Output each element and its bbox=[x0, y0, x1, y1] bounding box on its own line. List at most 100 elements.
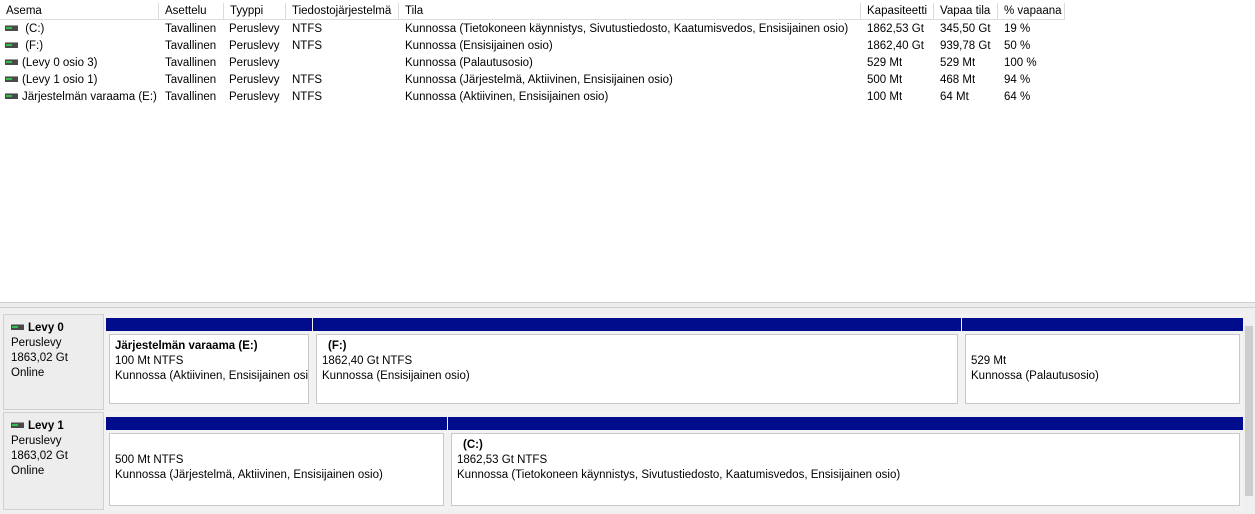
volume-list[interactable]: Asema Asettelu Tyyppi Tiedostojärjestelm… bbox=[0, 0, 1255, 302]
partition-status: Kunnossa (Ensisijainen osio) bbox=[322, 370, 470, 382]
partition-title: (C:) bbox=[463, 439, 483, 451]
volume-type: Peruslevy bbox=[229, 74, 280, 86]
column-header-tiedostojarjestelma[interactable]: Tiedostojärjestelmä bbox=[286, 3, 399, 20]
partition-title bbox=[115, 438, 443, 453]
volume-type: Peruslevy bbox=[229, 91, 280, 103]
column-header-tila[interactable]: Tila bbox=[399, 3, 861, 20]
partition-size: 1862,53 Gt NTFS bbox=[457, 454, 548, 466]
column-header-tyyppi[interactable]: Tyyppi bbox=[224, 3, 286, 20]
partition-status: Kunnossa (Aktiivinen, Ensisijainen osio) bbox=[115, 370, 309, 382]
volume-pct: 64 % bbox=[1004, 91, 1031, 103]
partition-title bbox=[971, 339, 1239, 354]
disk-icon bbox=[11, 323, 24, 330]
partition-bar bbox=[313, 318, 961, 331]
drive-icon bbox=[5, 92, 18, 99]
volume-capacity: 529 Mt bbox=[867, 57, 903, 69]
volume-free: 939,78 Gt bbox=[940, 40, 991, 52]
volume-type: Peruslevy bbox=[229, 23, 280, 35]
volume-row[interactable]: (Levy 0 osio 3) Tavallinen Peruslevy Kun… bbox=[0, 55, 1255, 72]
volume-pct: 50 % bbox=[1004, 40, 1031, 52]
scrollbar-thumb[interactable] bbox=[1245, 326, 1253, 496]
volume-layout: Tavallinen bbox=[165, 74, 217, 86]
partition-title: (F:) bbox=[328, 340, 347, 352]
volume-row[interactable]: (Levy 1 osio 1) Tavallinen Peruslevy NTF… bbox=[0, 72, 1255, 89]
volume-status: Kunnossa (Ensisijainen osio) bbox=[405, 40, 553, 52]
partition-status: Kunnossa (Järjestelmä, Aktiivinen, Ensis… bbox=[115, 469, 383, 481]
drive-icon bbox=[5, 41, 18, 48]
disk-0-partitions: Järjestelmän varaama (E:) 100 Mt NTFS Ku… bbox=[104, 314, 1243, 410]
volume-free: 345,50 Gt bbox=[940, 23, 991, 35]
disk-state: Online bbox=[11, 465, 45, 477]
volume-free: 468 Mt bbox=[940, 74, 976, 86]
volume-row[interactable]: (F:) Tavallinen Peruslevy NTFS Kunnossa … bbox=[0, 38, 1255, 55]
disk-map: Levy 0 Peruslevy 1863,02 Gt Online Järje… bbox=[0, 308, 1255, 514]
partition-size: 529 Mt bbox=[971, 355, 1007, 367]
disk-icon bbox=[11, 421, 24, 428]
disk-type: Peruslevy bbox=[11, 435, 62, 447]
volume-layout: Tavallinen bbox=[165, 40, 217, 52]
disk-name: Levy 1 bbox=[28, 420, 64, 432]
volume-row[interactable]: (C:) Tavallinen Peruslevy NTFS Kunnossa … bbox=[0, 21, 1255, 38]
volume-layout: Tavallinen bbox=[165, 91, 217, 103]
column-header-prosentti-vapaana[interactable]: % vapaana bbox=[998, 3, 1065, 20]
partition-status: Kunnossa (Palautusosio) bbox=[971, 370, 1099, 382]
volume-layout: Tavallinen bbox=[165, 23, 217, 35]
column-header-asema[interactable]: Asema bbox=[0, 3, 159, 20]
partition-size: 1862,40 Gt NTFS bbox=[322, 355, 413, 367]
column-header-kapasiteetti[interactable]: Kapasiteetti bbox=[861, 3, 934, 20]
partition-box: (F:) 1862,40 Gt NTFS Kunnossa (Ensisijai… bbox=[316, 334, 958, 404]
column-header-asettelu[interactable]: Asettelu bbox=[159, 3, 224, 20]
volume-fs: NTFS bbox=[292, 74, 323, 86]
volume-capacity: 500 Mt bbox=[867, 74, 903, 86]
volume-free: 64 Mt bbox=[940, 91, 969, 103]
partition-levy1-osio1[interactable]: 500 Mt NTFS Kunnossa (Järjestelmä, Aktii… bbox=[106, 417, 447, 509]
volume-name-cell: (Levy 0 osio 3) bbox=[5, 55, 159, 72]
volume-pct: 94 % bbox=[1004, 74, 1031, 86]
partition-size: 100 Mt NTFS bbox=[115, 355, 184, 367]
disk-size: 1863,02 Gt bbox=[11, 450, 68, 462]
volume-name-cell: Järjestelmän varaama (E:) bbox=[5, 89, 159, 106]
volume-pct: 19 % bbox=[1004, 23, 1031, 35]
volume-status: Kunnossa (Aktiivinen, Ensisijainen osio) bbox=[405, 91, 609, 103]
volume-fs: NTFS bbox=[292, 91, 323, 103]
partition-bar bbox=[448, 417, 1243, 430]
disk-size: 1863,02 Gt bbox=[11, 352, 68, 364]
partition-box: 529 Mt Kunnossa (Palautusosio) bbox=[965, 334, 1240, 404]
volume-capacity: 100 Mt bbox=[867, 91, 903, 103]
partition-box: 500 Mt NTFS Kunnossa (Järjestelmä, Aktii… bbox=[109, 433, 444, 506]
disk-0-label[interactable]: Levy 0 Peruslevy 1863,02 Gt Online bbox=[3, 314, 104, 410]
volume-row[interactable]: Järjestelmän varaama (E:) Tavallinen Per… bbox=[0, 89, 1255, 106]
column-header-vapaa-tila[interactable]: Vapaa tila bbox=[934, 3, 998, 20]
volume-pct: 100 % bbox=[1004, 57, 1037, 69]
partition-f[interactable]: (F:) 1862,40 Gt NTFS Kunnossa (Ensisijai… bbox=[313, 318, 961, 407]
partition-title: Järjestelmän varaama (E:) bbox=[115, 340, 258, 352]
volume-name-cell: (F:) bbox=[5, 38, 159, 55]
volume-status: Kunnossa (Palautusosio) bbox=[405, 57, 533, 69]
volume-free: 529 Mt bbox=[940, 57, 976, 69]
disk-name: Levy 0 bbox=[28, 322, 64, 334]
drive-icon bbox=[5, 58, 18, 65]
partition-bar bbox=[962, 318, 1243, 331]
partition-c[interactable]: (C:) 1862,53 Gt NTFS Kunnossa (Tietokone… bbox=[448, 417, 1243, 509]
volume-fs: NTFS bbox=[292, 40, 323, 52]
disk-state: Online bbox=[11, 367, 45, 379]
volume-name-cell: (Levy 1 osio 1) bbox=[5, 72, 159, 89]
partition-box: Järjestelmän varaama (E:) 100 Mt NTFS Ku… bbox=[109, 334, 309, 404]
disk-pane-scrollbar[interactable] bbox=[1243, 308, 1255, 514]
drive-icon bbox=[5, 24, 18, 31]
partition-bar bbox=[106, 318, 312, 331]
partition-bar bbox=[106, 417, 447, 430]
disk-1-partitions: 500 Mt NTFS Kunnossa (Järjestelmä, Aktii… bbox=[104, 412, 1243, 510]
disk-1-label[interactable]: Levy 1 Peruslevy 1863,02 Gt Online bbox=[3, 412, 104, 510]
partition-recovery[interactable]: 529 Mt Kunnossa (Palautusosio) bbox=[962, 318, 1243, 407]
volume-capacity: 1862,53 Gt bbox=[867, 23, 924, 35]
partition-status: Kunnossa (Tietokoneen käynnistys, Sivutu… bbox=[457, 469, 901, 481]
volume-type: Peruslevy bbox=[229, 57, 280, 69]
partition-box: (C:) 1862,53 Gt NTFS Kunnossa (Tietokone… bbox=[451, 433, 1240, 506]
volume-type: Peruslevy bbox=[229, 40, 280, 52]
volume-status: Kunnossa (Tietokoneen käynnistys, Sivutu… bbox=[405, 23, 849, 35]
volume-layout: Tavallinen bbox=[165, 57, 217, 69]
volume-fs: NTFS bbox=[292, 23, 323, 35]
drive-icon bbox=[5, 75, 18, 82]
partition-system-reserved[interactable]: Järjestelmän varaama (E:) 100 Mt NTFS Ku… bbox=[106, 318, 312, 407]
